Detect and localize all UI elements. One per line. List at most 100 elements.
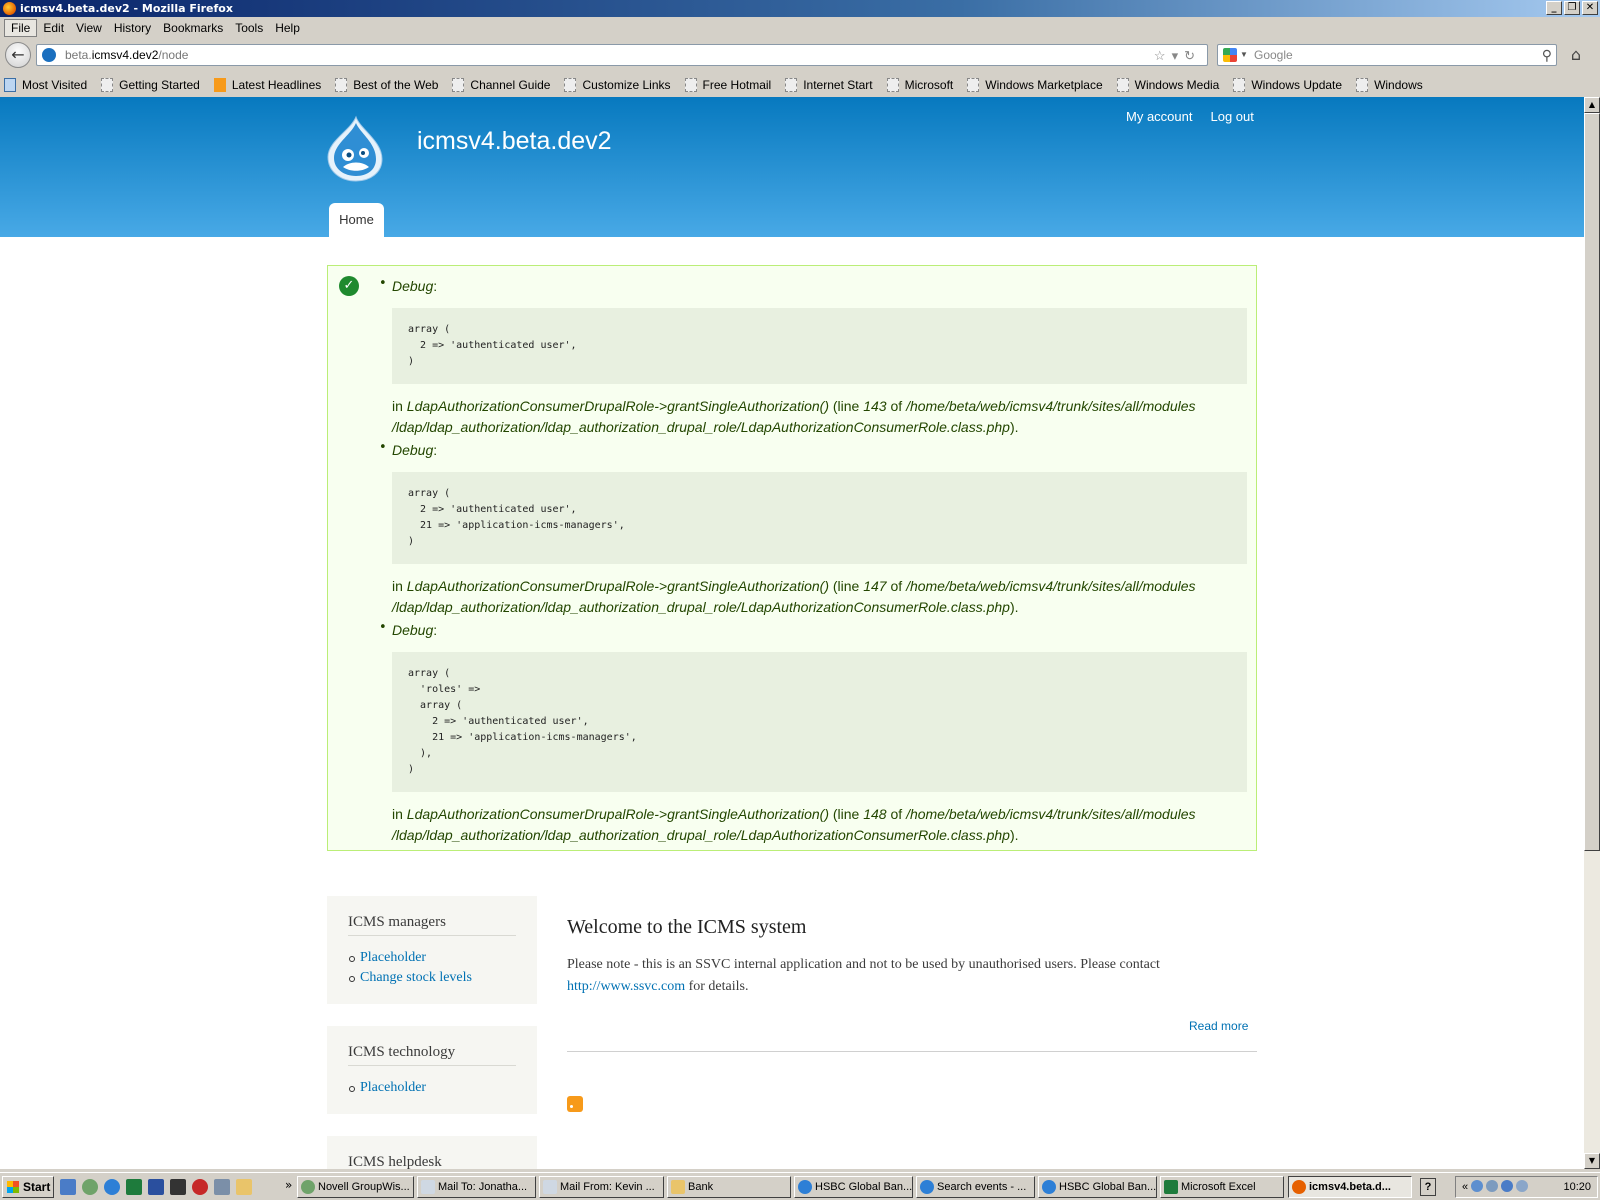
bookmark-best-of-web[interactable]: Best of the Web: [335, 78, 438, 92]
menu-edit[interactable]: Edit: [37, 20, 70, 36]
page-icon: [886, 78, 899, 92]
minimize-button[interactable]: _: [1546, 1, 1562, 15]
bookmark-microsoft[interactable]: Microsoft: [886, 78, 953, 92]
drupal-logo[interactable]: [326, 115, 384, 183]
monitor-icon[interactable]: [1486, 1180, 1499, 1192]
reload-icon[interactable]: ↻: [1184, 48, 1201, 63]
node-title[interactable]: Welcome to the ICMS system: [567, 916, 806, 939]
page-icon: [785, 78, 798, 92]
system-tray: « 10:20: [1455, 1176, 1598, 1198]
bookmark-windows-marketplace[interactable]: Windows Marketplace: [967, 78, 1103, 92]
word-icon[interactable]: [148, 1179, 164, 1195]
debug-trace: in LdapAuthorizationConsumerDrupalRole->…: [392, 578, 1196, 615]
security-icon[interactable]: [1501, 1180, 1514, 1192]
rss-feed-icon[interactable]: [567, 1096, 583, 1112]
groupwise-icon[interactable]: [82, 1179, 98, 1195]
acrobat-icon[interactable]: [192, 1179, 208, 1195]
bookmark-free-hotmail[interactable]: Free Hotmail: [684, 78, 771, 92]
scroll-up-icon[interactable]: ▲: [1584, 97, 1600, 113]
change-stock-levels-link[interactable]: Change stock levels: [348, 968, 516, 988]
folder-icon: [671, 1180, 685, 1194]
bookmark-star-icon[interactable]: ☆: [1154, 48, 1172, 63]
bookmark-latest-headlines[interactable]: Latest Headlines: [213, 78, 321, 92]
folder-icon[interactable]: [236, 1179, 252, 1195]
clock: 10:20: [1563, 1181, 1591, 1193]
task-mail-from[interactable]: Mail From: Kevin ...: [539, 1176, 664, 1198]
menu-bookmarks[interactable]: Bookmarks: [157, 20, 229, 36]
taskbar: Start » Novell GroupWis... Mail To: Jona…: [0, 1172, 1600, 1200]
task-excel[interactable]: Microsoft Excel: [1160, 1176, 1284, 1198]
ie-icon: [920, 1180, 934, 1194]
task-groupwise[interactable]: Novell GroupWis...: [297, 1176, 414, 1198]
menu-help[interactable]: Help: [269, 20, 306, 36]
bookmark-windows-media[interactable]: Windows Media: [1116, 78, 1219, 92]
bookmark-internet-start[interactable]: Internet Start: [785, 78, 873, 92]
close-button[interactable]: ✕: [1582, 1, 1598, 15]
search-bar[interactable]: ▼ Google ⚲: [1217, 44, 1557, 66]
menu-history[interactable]: History: [108, 20, 157, 36]
scroll-down-icon[interactable]: ▼: [1584, 1153, 1600, 1169]
volume-icon[interactable]: [1516, 1180, 1529, 1192]
task-hsbc-2[interactable]: HSBC Global Ban...: [1038, 1176, 1157, 1198]
quick-launch: [60, 1179, 252, 1195]
bookmark-windows-update[interactable]: Windows Update: [1233, 78, 1342, 92]
bookmark-customize-links[interactable]: Customize Links: [564, 78, 671, 92]
task-search-events[interactable]: Search events - ...: [916, 1176, 1035, 1198]
tab-home[interactable]: Home: [329, 203, 384, 237]
restore-button[interactable]: ❐: [1564, 1, 1580, 15]
url-bar[interactable]: beta.icmsv4.dev2/node ☆▾↻: [36, 44, 1208, 66]
scroll-thumb[interactable]: [1584, 113, 1600, 851]
site-identity-icon[interactable]: [42, 48, 56, 62]
menu-view[interactable]: View: [70, 20, 108, 36]
ie-icon: [1042, 1180, 1056, 1194]
window-title-bar: icmsv4.beta.dev2 - Mozilla Firefox _ ❐ ✕: [0, 0, 1600, 17]
log-out-link[interactable]: Log out: [1210, 109, 1253, 124]
tray-expand-icon[interactable]: «: [1462, 1180, 1468, 1194]
help-icon[interactable]: ?: [1420, 1178, 1436, 1196]
placeholder-link[interactable]: Placeholder: [348, 1078, 516, 1098]
debug-message: • Debug: array ( 'roles' => array ( 2 =>…: [379, 620, 1252, 846]
task-bank[interactable]: Bank: [667, 1176, 791, 1198]
engine-dropdown-icon[interactable]: ▼: [1240, 45, 1248, 65]
block-title: ICMS helpdesk: [348, 1154, 516, 1169]
placeholder-link[interactable]: Placeholder: [348, 948, 516, 968]
ie-icon[interactable]: [104, 1179, 120, 1195]
back-button[interactable]: ←: [5, 42, 31, 68]
debug-label: Debug: [392, 442, 434, 458]
windows-logo-icon: [7, 1181, 19, 1193]
block-icms-technology: ICMS technology Placeholder: [327, 1026, 537, 1114]
bookmark-windows[interactable]: Windows: [1356, 78, 1423, 92]
task-hsbc-1[interactable]: HSBC Global Ban...: [794, 1176, 913, 1198]
site-name[interactable]: icmsv4.beta.dev2: [417, 127, 612, 156]
bookmark-getting-started[interactable]: Getting Started: [101, 78, 200, 92]
desktop-icon[interactable]: [60, 1179, 76, 1195]
bookmark-most-visited[interactable]: Most Visited: [4, 78, 87, 92]
network-icon[interactable]: [1471, 1180, 1484, 1192]
google-engine-icon[interactable]: [1223, 48, 1237, 62]
calculator-icon[interactable]: [170, 1179, 186, 1195]
task-firefox[interactable]: icmsv4.beta.d...: [1288, 1176, 1412, 1198]
rss-icon: [213, 78, 226, 92]
start-button[interactable]: Start: [2, 1176, 54, 1198]
bookmark-channel-guide[interactable]: Channel Guide: [452, 78, 550, 92]
excel-icon[interactable]: [126, 1179, 142, 1195]
my-account-link[interactable]: My account: [1126, 109, 1192, 124]
read-more-link[interactable]: Read more: [1189, 1019, 1248, 1033]
excel-icon: [1164, 1180, 1178, 1194]
home-button[interactable]: ⌂: [1565, 45, 1587, 65]
task-mail-to[interactable]: Mail To: Jonatha...: [417, 1176, 536, 1198]
history-dropdown-icon[interactable]: ▾: [1172, 48, 1185, 63]
url-path: /node: [158, 48, 189, 62]
vertical-scrollbar[interactable]: ▲ ▼: [1584, 97, 1600, 1169]
tools-icon[interactable]: [214, 1179, 230, 1195]
ssvc-link[interactable]: http://www.ssvc.com: [567, 979, 685, 994]
quick-launch-overflow-icon[interactable]: »: [285, 1178, 292, 1192]
debug-code: array ( 2 => 'authenticated user', 21 =>…: [392, 472, 1247, 564]
menu-file[interactable]: File: [4, 19, 38, 37]
page-viewport: icmsv4.beta.dev2 My account Log out Home…: [0, 97, 1584, 1169]
block-icms-helpdesk: ICMS helpdesk: [327, 1136, 537, 1169]
ie-icon: [798, 1180, 812, 1194]
url-prefix: beta.: [65, 48, 92, 62]
menu-tools[interactable]: Tools: [229, 20, 269, 36]
search-magnifier-icon[interactable]: ⚲: [1542, 45, 1552, 65]
